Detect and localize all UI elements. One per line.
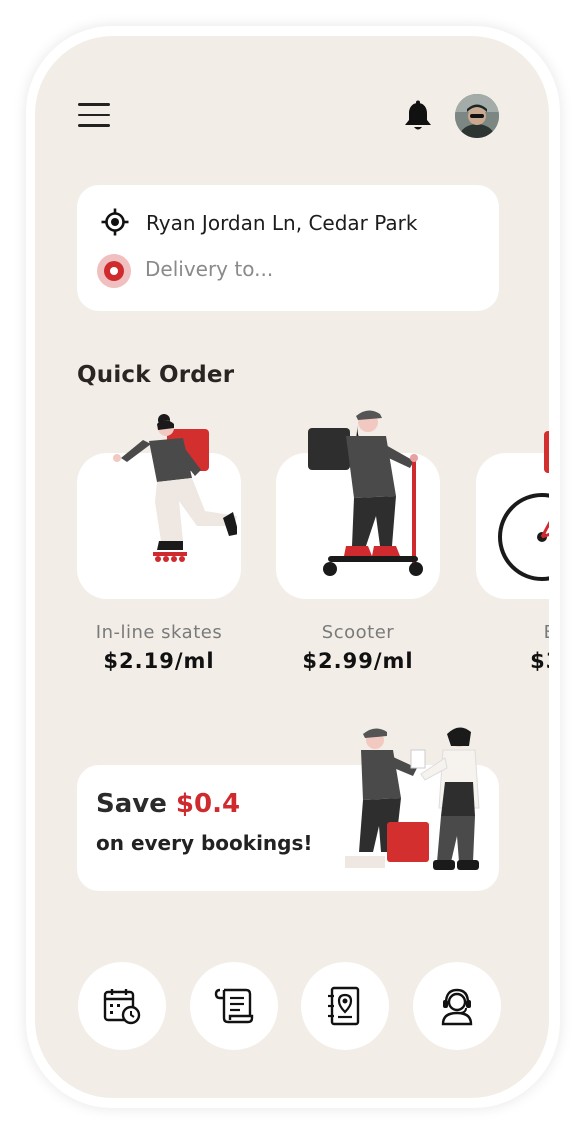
promo-save-prefix: Save: [96, 789, 176, 819]
quick-order-item-skates[interactable]: In-line skates $2.19/ml: [77, 406, 241, 706]
scooter-rider-illustration: [296, 406, 436, 585]
calendar-clock-icon: [103, 989, 141, 1025]
bell-icon[interactable]: [403, 100, 433, 138]
quick-order-price: $3.5: [530, 649, 549, 673]
quick-order-price: $2.19/ml: [103, 649, 215, 673]
quick-order-item-scooter[interactable]: Scooter $2.99/ml: [276, 406, 440, 706]
section-title-quick-order: Quick Order: [77, 362, 235, 388]
promo-title: Save $0.4: [96, 789, 240, 819]
scroll-receipt-icon: [214, 988, 254, 1024]
pickup-address[interactable]: Ryan Jordan Ln, Cedar Park: [146, 211, 417, 235]
handoff-illustration: [335, 726, 495, 890]
nav-orders-button[interactable]: [190, 962, 278, 1050]
map-book-icon: [328, 986, 360, 1026]
destination-pin-icon: [96, 253, 132, 293]
promo-subtitle: on every bookings!: [96, 831, 313, 855]
quick-order-label: Bic: [476, 622, 549, 643]
delivery-input[interactable]: Delivery to...: [145, 257, 273, 281]
nav-addresses-button[interactable]: [301, 962, 389, 1050]
support-agent-icon: [441, 988, 473, 1026]
skater-illustration: [97, 406, 239, 580]
quick-order-item-bicycle[interactable]: Bic $3.5: [476, 406, 549, 706]
location-target-icon: [101, 208, 129, 240]
nav-support-button[interactable]: [413, 962, 501, 1050]
quick-order-label: Scooter: [321, 622, 395, 643]
quick-order-price: $2.99/ml: [302, 649, 414, 673]
user-avatar[interactable]: [455, 94, 499, 138]
address-card: Ryan Jordan Ln, Cedar Park Delivery to..…: [77, 185, 499, 311]
promo-amount: $0.4: [175, 789, 241, 819]
quick-order-label: In-line skates: [95, 622, 223, 643]
nav-schedule-button[interactable]: [78, 962, 166, 1050]
hamburger-menu-icon[interactable]: [78, 103, 110, 135]
bicycle-illustration: [476, 426, 549, 590]
app-screen: Ryan Jordan Ln, Cedar Park Delivery to..…: [35, 36, 549, 1098]
